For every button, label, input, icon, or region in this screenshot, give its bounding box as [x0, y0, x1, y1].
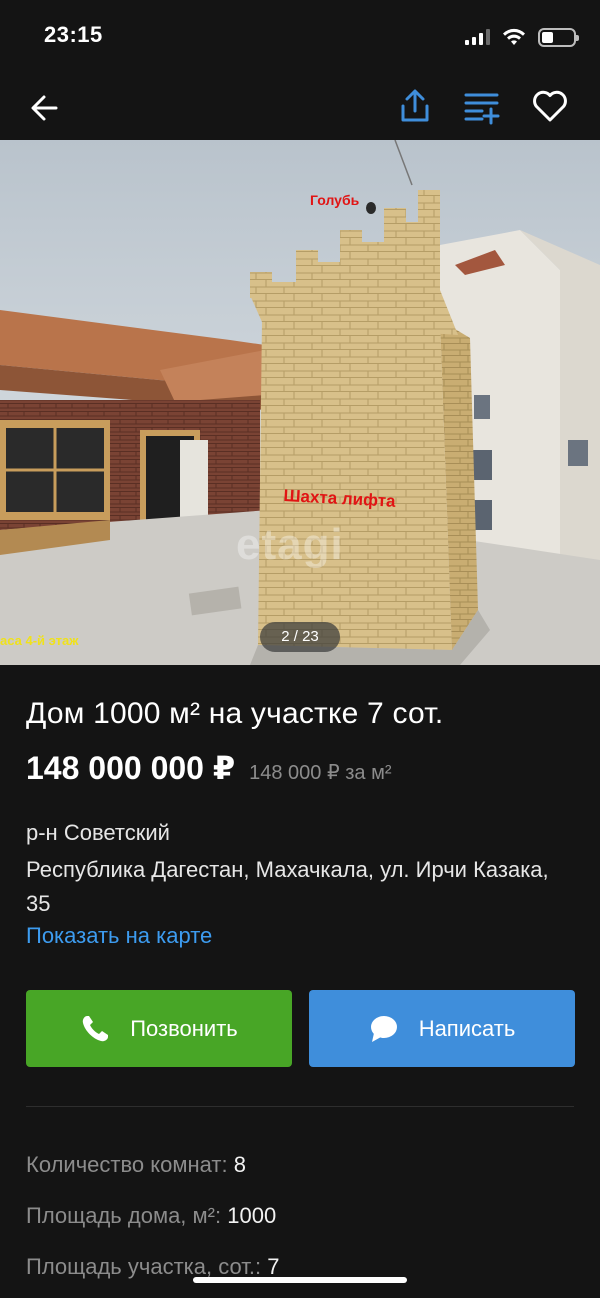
heart-icon — [533, 90, 567, 122]
price-row: 148 000 000 ₽ 148 000 ₽ за м² — [26, 749, 392, 787]
param-label: Площадь участка, сот.: — [26, 1254, 262, 1279]
show-on-map-link[interactable]: Показать на карте — [26, 923, 212, 949]
param-value: 7 — [267, 1254, 280, 1279]
home-indicator[interactable] — [193, 1277, 407, 1283]
photo-gallery[interactable]: etagi — [0, 140, 600, 665]
section-divider — [26, 1106, 574, 1107]
compare-button[interactable] — [462, 86, 502, 126]
write-message-button[interactable]: Написать — [309, 990, 575, 1067]
battery-icon — [538, 27, 579, 47]
property-photo — [0, 140, 600, 665]
listing-price: 148 000 000 ₽ — [26, 750, 236, 786]
photo-annotation-pigeon: Голубь — [310, 192, 360, 208]
write-button-label: Написать — [418, 1015, 516, 1041]
phone-icon — [83, 1015, 109, 1041]
back-arrow-icon — [31, 95, 58, 121]
chat-bubble-icon — [370, 1015, 397, 1042]
param-house-area: Площадь дома, м²: 1000 — [26, 1203, 276, 1229]
price-per-square-meter: 148 000 ₽ за м² — [249, 762, 392, 784]
status-icons — [465, 26, 579, 48]
param-value: 1000 — [227, 1203, 277, 1228]
share-button[interactable] — [395, 86, 435, 126]
photo-watermark: etagi — [236, 520, 344, 569]
call-button[interactable]: Позвонить — [26, 990, 292, 1067]
param-value: 8 — [233, 1152, 246, 1177]
status-time: 23:15 — [44, 22, 103, 47]
address: Республика Дагестан, Махачкала, ул. Ирчи… — [26, 857, 549, 916]
compare-list-icon — [464, 93, 500, 125]
param-rooms: Количество комнат: 8 — [26, 1152, 246, 1178]
share-icon — [401, 89, 429, 122]
top-navigation-bar — [0, 76, 600, 138]
favorite-button[interactable] — [530, 86, 574, 126]
status-bar: 23:15 — [0, 0, 600, 76]
param-label: Площадь дома, м²: — [26, 1203, 222, 1228]
photo-annotation-floor: аса 4-й этаж — [0, 633, 79, 648]
photo-counter: 2 / 23 — [260, 622, 340, 652]
district: р-н Советский — [26, 820, 170, 845]
param-label: Количество комнат: — [26, 1152, 228, 1177]
back-button[interactable] — [26, 88, 66, 128]
cellular-signal-icon — [465, 29, 490, 45]
wifi-icon — [503, 28, 525, 45]
listing-title: Дом 1000 м² на участке 7 сот. — [26, 697, 444, 730]
call-button-label: Позвонить — [130, 1015, 238, 1041]
